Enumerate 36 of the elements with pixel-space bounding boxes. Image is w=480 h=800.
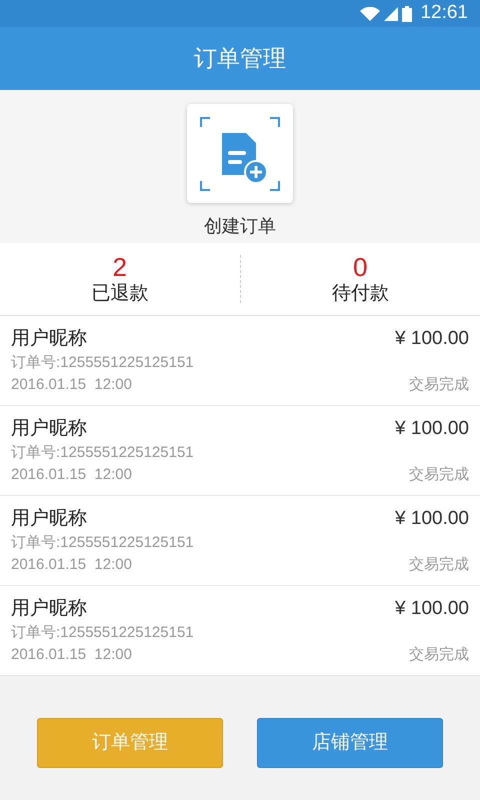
user-nickname: 用户昵称 [11,506,87,531]
document-add-icon [198,114,282,192]
order-time: 2016.01.15 12:00 [11,375,132,395]
create-order-button[interactable] [187,104,293,203]
order-number: 订单号:1255551225125151 [11,443,195,463]
page-title: 订单管理 [194,44,286,74]
order-number: 订单号:1255551225125151 [11,623,195,643]
battery-icon [402,6,412,22]
order-time: 2016.01.15 12:00 [11,465,132,485]
stat-value: 0 [353,252,368,282]
order-amount: ¥ 100.00 [395,326,469,351]
stat-label: 待付款 [332,282,389,306]
order-row[interactable]: 用户昵称 ¥ 100.00 订单号:1255551225125151 2016.01.15 12:00 交易完成 [0,316,480,406]
stat-label: 已退款 [91,282,148,306]
user-nickname: 用户昵称 [11,326,87,351]
order-number: 订单号:1255551225125151 [11,353,195,373]
order-status: 交易完成 [409,645,469,665]
order-amount: ¥ 100.00 [395,506,469,531]
order-status: 交易完成 [409,555,469,575]
order-row[interactable]: 用户昵称 ¥ 100.00 订单号:1255551225125151 2016.01.15 12:00 交易完成 [0,586,480,676]
order-number: 订单号:1255551225125151 [11,533,195,553]
order-amount: ¥ 100.00 [395,596,469,621]
create-order-label: 创建订单 [204,215,276,238]
order-status: 交易完成 [409,465,469,485]
wifi-icon [360,6,380,20]
user-nickname: 用户昵称 [11,596,87,621]
user-nickname: 用户昵称 [11,416,87,441]
signal-icon [384,6,398,20]
order-time: 2016.01.15 12:00 [11,555,132,575]
order-time: 2016.01.15 12:00 [11,645,132,665]
order-row[interactable]: 用户昵称 ¥ 100.00 订单号:1255551225125151 2016.01.15 12:00 交易完成 [0,496,480,586]
stat-value: 2 [112,252,127,282]
order-amount: ¥ 100.00 [395,416,469,441]
order-row[interactable]: 用户昵称 ¥ 100.00 订单号:1255551225125151 2016.01.15 12:00 交易完成 [0,406,480,496]
status-time: 12:61 [420,1,468,26]
order-status: 交易完成 [409,375,469,395]
